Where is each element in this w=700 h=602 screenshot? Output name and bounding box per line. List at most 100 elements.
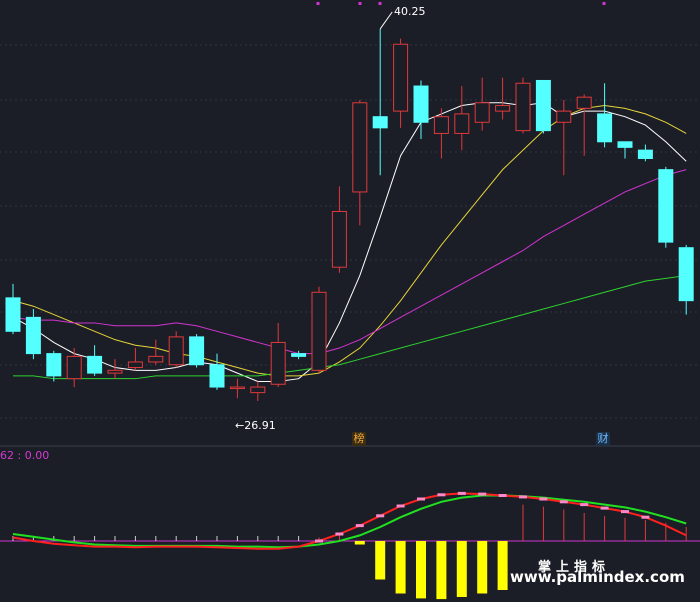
candle	[229, 378, 245, 399]
candle	[189, 334, 205, 368]
top-dot-marker	[358, 2, 362, 5]
candle-body	[66, 355, 82, 380]
candle-body	[637, 149, 653, 160]
macd-hist-bar	[375, 541, 386, 580]
candle	[66, 348, 82, 388]
candle-body	[189, 336, 205, 366]
candle	[515, 77, 531, 134]
candle-body	[474, 102, 490, 123]
high-price-label: 40.25	[394, 5, 426, 18]
macd-point-cap	[417, 497, 425, 501]
candle-body	[515, 82, 531, 132]
candle-body	[678, 247, 694, 302]
candle-body	[597, 113, 613, 143]
macd-point-cap	[396, 504, 405, 508]
candle-body	[148, 355, 164, 363]
candle	[250, 381, 266, 401]
candle-body	[25, 316, 41, 355]
candle-body	[393, 43, 409, 112]
top-dot-marker	[316, 2, 320, 5]
candle-body	[556, 110, 572, 123]
macd-point-cap	[559, 500, 568, 504]
candle	[209, 353, 225, 390]
candle-body	[372, 116, 388, 129]
candle-body	[209, 364, 225, 388]
candle	[127, 348, 143, 371]
candle-body	[127, 361, 143, 369]
candle	[576, 94, 592, 156]
top-markers	[316, 2, 606, 30]
candle	[107, 359, 123, 379]
candle-body	[250, 386, 266, 394]
macd-point-cap	[315, 539, 323, 543]
candle-body	[270, 341, 286, 385]
chart-canvas	[0, 2, 700, 600]
candlestick-series	[5, 28, 694, 401]
macd-hist-bar	[497, 541, 508, 590]
candle-body	[87, 355, 103, 374]
candle	[331, 186, 347, 273]
candle	[311, 286, 327, 374]
candle-body	[433, 116, 449, 134]
candle	[617, 141, 633, 159]
candle	[168, 331, 184, 368]
candle	[474, 77, 490, 131]
macd-point-cap	[376, 514, 385, 518]
candle-body	[576, 96, 592, 109]
candle-body	[291, 353, 307, 357]
top-dot-marker	[378, 2, 382, 5]
macd-hist-bar	[477, 541, 488, 594]
candle-body	[535, 79, 551, 132]
macd-point-cap	[600, 506, 609, 510]
low-price-label: ←26.91	[235, 419, 276, 432]
candle	[495, 77, 511, 120]
indicator-label: 62 : 0.00	[0, 449, 50, 462]
candle-body	[5, 297, 21, 332]
candle-body	[413, 85, 429, 123]
macd-hist-bar	[416, 541, 426, 599]
candle	[454, 86, 470, 151]
macd-hist-bar	[395, 541, 406, 594]
candle	[597, 83, 613, 148]
candle	[637, 144, 653, 162]
ma-line-yellow	[12, 105, 687, 377]
candle-body	[229, 386, 245, 390]
moving-average-lines	[12, 102, 687, 382]
top-dot-marker	[602, 2, 606, 5]
finance-badge[interactable]: 财	[596, 432, 610, 446]
candle	[5, 283, 21, 335]
macd-point-cap	[519, 495, 527, 499]
watermark-url: www.palmindex.com	[510, 568, 685, 586]
macd-hist-bar	[436, 541, 447, 600]
candle-body	[107, 369, 123, 374]
candle-body	[168, 336, 184, 366]
candle	[372, 28, 388, 176]
candle	[87, 345, 103, 376]
candle	[658, 166, 674, 248]
macd-point-cap	[498, 494, 507, 497]
macd-point-cap	[355, 524, 364, 528]
candle-body	[311, 291, 327, 371]
candle-body	[352, 102, 368, 193]
macd-point-cap	[335, 532, 344, 536]
candle-body	[658, 169, 674, 243]
candle	[46, 350, 62, 382]
macd-hist-bar	[354, 541, 365, 545]
candle	[148, 339, 164, 365]
candle	[270, 322, 286, 388]
macd-point-cap	[621, 510, 629, 514]
macd-point-cap	[437, 493, 446, 497]
candle	[352, 99, 368, 226]
ranking-badge[interactable]: 榜	[352, 432, 366, 446]
high-pointer	[379, 11, 393, 30]
candle-body	[454, 113, 470, 134]
macd-point-cap	[539, 497, 548, 501]
ma-line-magenta	[12, 169, 687, 355]
candle-body	[617, 141, 633, 148]
candle	[535, 79, 551, 134]
candle	[25, 309, 41, 360]
macd-point-cap	[641, 515, 650, 519]
ma-line-green	[13, 275, 687, 380]
macd-point-cap	[580, 503, 589, 507]
macd-point-cap	[478, 492, 487, 496]
